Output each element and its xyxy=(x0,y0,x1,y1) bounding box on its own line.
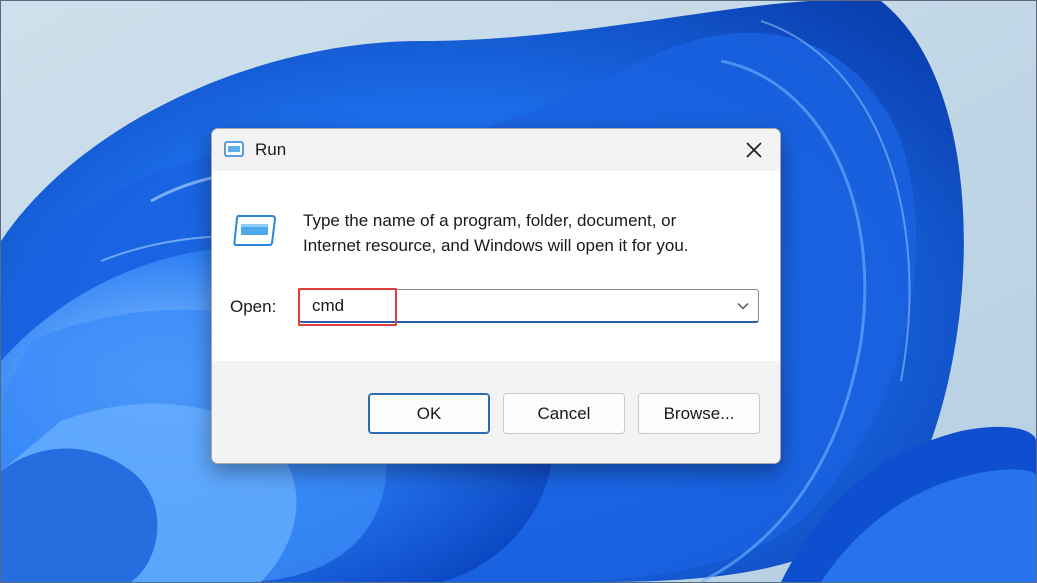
run-program-icon xyxy=(233,215,277,246)
description-line-1: Type the name of a program, folder, docu… xyxy=(303,211,677,230)
description-line-2: Internet resource, and Windows will open… xyxy=(303,236,689,255)
ok-button[interactable]: OK xyxy=(368,393,490,434)
chevron-down-icon xyxy=(737,303,749,310)
description-text: Type the name of a program, folder, docu… xyxy=(303,208,763,258)
browse-button[interactable]: Browse... xyxy=(638,393,760,434)
cancel-button[interactable]: Cancel xyxy=(503,393,625,434)
window-title: Run xyxy=(255,140,287,159)
open-label: Open: xyxy=(230,297,277,316)
run-dialog: Run Type the name of a program, folder, … xyxy=(211,128,781,464)
open-input[interactable] xyxy=(312,295,712,317)
close-icon xyxy=(746,142,762,158)
dialog-footer: OK Cancel Browse... xyxy=(212,361,780,463)
open-combobox[interactable] xyxy=(299,289,759,323)
run-icon xyxy=(224,141,244,157)
title-bar[interactable]: Run xyxy=(212,129,780,171)
dropdown-button[interactable] xyxy=(732,294,754,318)
close-button[interactable] xyxy=(728,129,780,171)
desktop: Run Type the name of a program, folder, … xyxy=(0,0,1037,583)
dialog-content: Type the name of a program, folder, docu… xyxy=(212,171,780,361)
